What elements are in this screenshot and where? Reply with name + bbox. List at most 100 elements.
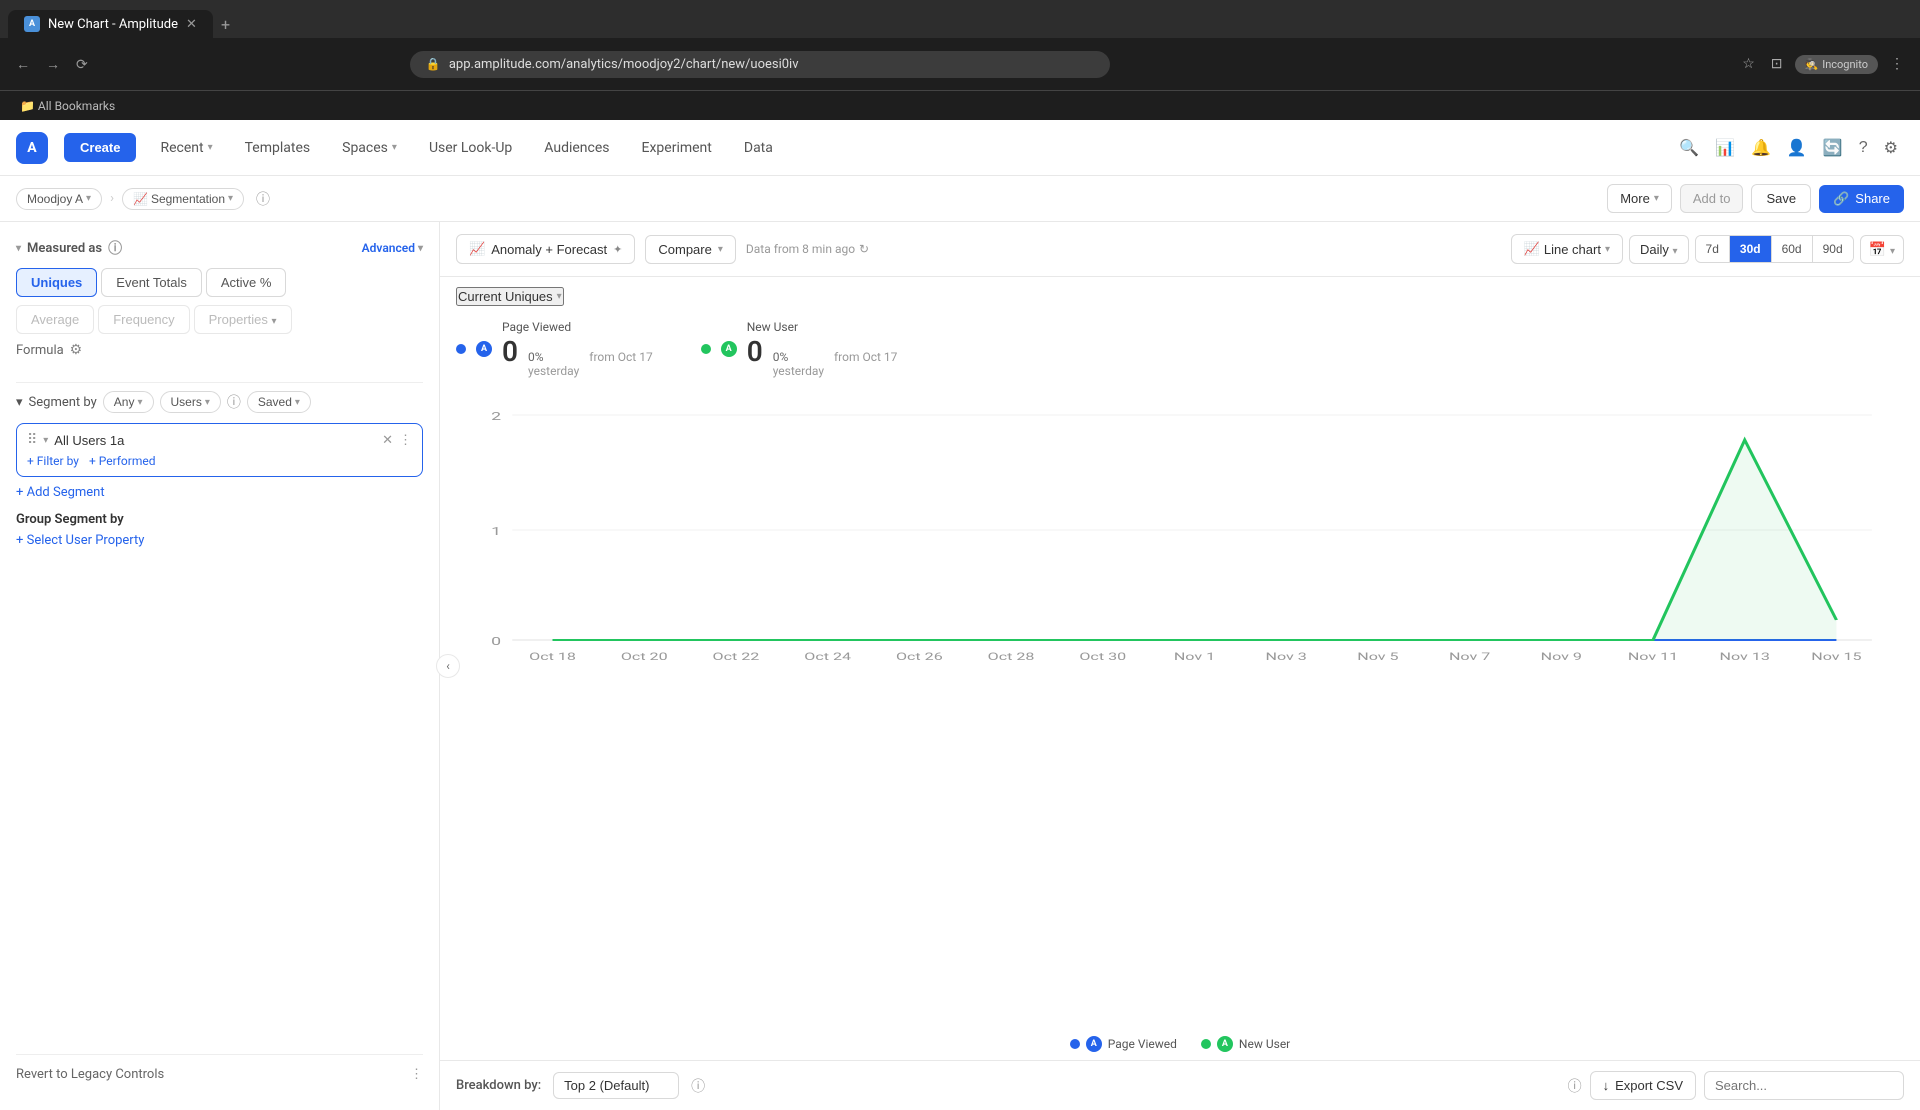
frequency-btn[interactable]: Frequency [98, 305, 189, 334]
90d-btn[interactable]: 90d [1813, 236, 1853, 262]
properties-btn[interactable]: Properties ▾ [194, 305, 292, 334]
segment-input-row: ⠿ ▾ ✕ ⋮ [27, 432, 412, 448]
segment-clear-icon[interactable]: ✕ [382, 433, 393, 448]
sync-icon[interactable]: 🔄 [1817, 132, 1849, 164]
compare-btn[interactable]: Compare ▾ [645, 235, 736, 264]
segment-collapse-icon[interactable]: ▾ [43, 435, 48, 446]
uniques-btn[interactable]: Uniques [16, 268, 97, 297]
saved-dropdown[interactable]: Saved ▾ [247, 391, 311, 413]
bookmark-star-icon[interactable]: ☆ [1738, 52, 1759, 76]
metric-icon-page-viewed: A [476, 341, 492, 357]
legend-icon-a-new-user: A [1217, 1036, 1233, 1052]
nav-templates[interactable]: Templates [237, 136, 319, 160]
breakdown-dropdown-wrapper[interactable]: Top 2 (Default) [553, 1072, 679, 1099]
any-dropdown[interactable]: Any ▾ [103, 391, 154, 413]
chart-icon[interactable]: 📊 [1709, 132, 1741, 164]
help-icon[interactable]: ? [1853, 133, 1874, 163]
forward-btn[interactable]: → [42, 52, 64, 76]
measured-info-icon[interactable]: ⓘ [108, 238, 122, 258]
add-to-button[interactable]: Add to [1680, 184, 1744, 213]
nav-user-lookup[interactable]: User Look-Up [421, 136, 520, 160]
add-segment-btn[interactable]: + Add Segment [16, 485, 423, 500]
segment-info-icon[interactable]: ⓘ [227, 392, 241, 412]
breakdown-info-icon[interactable]: ⓘ [691, 1076, 705, 1096]
formula-row[interactable]: Formula ⚙ [16, 342, 423, 358]
nav-data[interactable]: Data [736, 136, 781, 160]
more-button[interactable]: More ▾ [1607, 184, 1672, 213]
chart-info-icon[interactable]: ⓘ [256, 189, 270, 209]
refresh-btn[interactable]: ⟳ [72, 52, 92, 77]
new-tab-btn[interactable]: + [213, 11, 238, 38]
bottom-info-icon[interactable]: ⓘ [1568, 1076, 1582, 1096]
calendar-btn[interactable]: 📅 ▾ [1860, 235, 1904, 264]
nav-experiment[interactable]: Experiment [634, 136, 720, 160]
menu-icon[interactable]: ⋮ [1886, 52, 1908, 76]
segment-actions: ✕ ⋮ [382, 433, 412, 448]
url-text: app.amplitude.com/analytics/moodjoy2/cha… [449, 57, 799, 72]
select-user-property-btn[interactable]: + Select User Property [16, 533, 423, 548]
bottom-search-input[interactable] [1704, 1071, 1904, 1100]
profile-icon[interactable]: 👤 [1781, 132, 1813, 164]
performed-btn[interactable]: + Performed [89, 454, 156, 468]
export-icon: ↓ [1603, 1078, 1610, 1093]
event-totals-btn[interactable]: Event Totals [101, 268, 202, 297]
settings-icon[interactable]: ⚙ [1878, 132, 1904, 164]
back-btn[interactable]: ← [12, 52, 34, 76]
bell-icon[interactable]: 🔔 [1745, 132, 1777, 164]
export-csv-btn[interactable]: ↓ Export CSV [1590, 1071, 1696, 1100]
daily-btn[interactable]: Daily ▾ [1629, 235, 1689, 264]
revert-row: Revert to Legacy Controls ⋮ [16, 1054, 423, 1094]
segment-row: ⠿ ▾ ✕ ⋮ + Filter by + Performed [16, 423, 423, 477]
tab-close-btn[interactable]: ✕ [186, 17, 197, 32]
metric-change-page-viewed: 0% yesterday [528, 350, 579, 378]
7d-btn[interactable]: 7d [1696, 236, 1730, 262]
group-segment-label: Group Segment by [16, 512, 423, 527]
breakdown-select[interactable]: Top 2 (Default) [553, 1072, 679, 1099]
right-panel: 📈 Anomaly + Forecast ✦ Compare ▾ Data fr… [440, 222, 1920, 1110]
bottom-right-actions: ⓘ ↓ Export CSV [1568, 1071, 1904, 1100]
users-dropdown[interactable]: Users ▾ [160, 391, 221, 413]
nav-recent[interactable]: Recent ▾ [152, 136, 220, 160]
share-button[interactable]: 🔗 Share [1819, 185, 1904, 213]
nav-audiences[interactable]: Audiences [536, 136, 617, 160]
metric-dot-page-viewed [456, 344, 466, 354]
30d-btn[interactable]: 30d [1730, 236, 1772, 262]
address-bar[interactable]: 🔒 app.amplitude.com/analytics/moodjoy2/c… [410, 51, 1110, 78]
create-button[interactable]: Create [64, 133, 136, 162]
svg-text:Nov 15: Nov 15 [1811, 652, 1861, 663]
panel-toggle-btn[interactable]: ‹ [436, 654, 460, 678]
all-bookmarks-link[interactable]: 📁 All Bookmarks [12, 97, 123, 115]
tab-favicon: A [24, 16, 40, 32]
workspace-dropdown[interactable]: Moodjoy A ▾ [16, 188, 102, 210]
svg-text:Nov 1: Nov 1 [1174, 652, 1215, 663]
save-button[interactable]: Save [1751, 184, 1811, 213]
svg-text:Oct 24: Oct 24 [804, 652, 851, 663]
drag-handle-icon[interactable]: ⠿ [27, 432, 37, 448]
segment-name-input[interactable] [54, 433, 376, 448]
chart-type-dropdown[interactable]: 📈 Segmentation ▾ [122, 188, 244, 210]
svg-text:2: 2 [491, 410, 501, 423]
search-icon[interactable]: 🔍 [1673, 132, 1705, 164]
advanced-btn[interactable]: Advanced ▾ [362, 241, 423, 255]
refresh-icon[interactable]: ↻ [859, 242, 869, 256]
chart-toolbar: 📈 Anomaly + Forecast ✦ Compare ▾ Data fr… [440, 222, 1920, 277]
segment-more-icon[interactable]: ⋮ [399, 433, 412, 448]
legend-label-page-viewed: Page Viewed [1108, 1037, 1177, 1051]
active-pct-btn[interactable]: Active % [206, 268, 287, 297]
data-info: Data from 8 min ago ↻ [746, 242, 869, 256]
split-view-icon[interactable]: ⊡ [1767, 52, 1787, 76]
line-chart-btn[interactable]: 📈 Line chart ▾ [1511, 234, 1623, 264]
average-btn[interactable]: Average [16, 305, 94, 334]
metric-icon-new-user: A [721, 341, 737, 357]
svg-text:Oct 22: Oct 22 [713, 652, 760, 663]
metric-dot-new-user [701, 344, 711, 354]
chart-area: 2 1 0 Oct 18 Oct 20 Oct 22 Oct 24 Oct 26… [440, 390, 1920, 1028]
filter-by-btn[interactable]: + Filter by [27, 454, 79, 468]
60d-btn[interactable]: 60d [1772, 236, 1813, 262]
anomaly-forecast-btn[interactable]: 📈 Anomaly + Forecast ✦ [456, 234, 635, 264]
active-browser-tab[interactable]: A New Chart - Amplitude ✕ [8, 10, 213, 38]
nav-spaces[interactable]: Spaces ▾ [334, 136, 405, 160]
app-logo[interactable]: A [16, 132, 48, 164]
current-uniques-btn[interactable]: Current Uniques ▾ [456, 287, 564, 306]
metrics-row: A Page Viewed 0 0% yesterday from Oct 17 [440, 316, 1920, 390]
